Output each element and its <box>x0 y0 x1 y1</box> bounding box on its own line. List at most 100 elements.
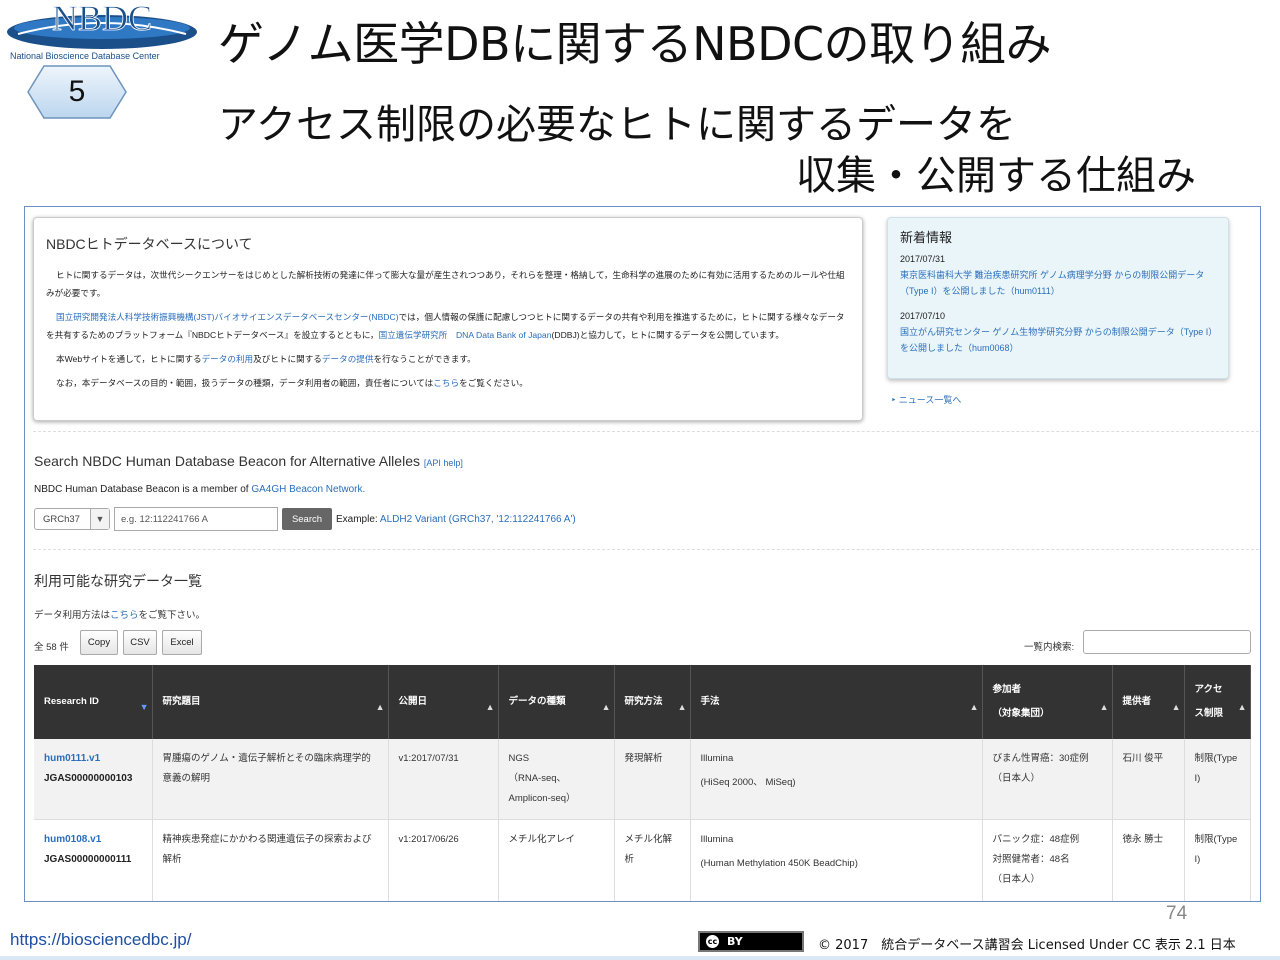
divider <box>33 549 1259 550</box>
cell-research-id: hum0108.v1 JGAS00000000111 <box>34 819 153 901</box>
cell-provider: 石川 俊平 <box>1112 739 1185 820</box>
cell-participants: びまん性胃癌：30症例 （日本人） <box>982 739 1113 820</box>
data-provision-link[interactable]: データの提供 <box>322 354 374 364</box>
participants-line2: （日本人） <box>992 773 1041 784</box>
website-screenshot: NBDCヒトデータベースについて ヒトに関するデータは，次世代シークエンサーをは… <box>24 206 1261 902</box>
column-label: 提供者 <box>1122 696 1152 707</box>
slide-subtitle-line1: アクセス制限の必要なヒトに関するデータを <box>218 102 1016 148</box>
data-usage-link[interactable]: データの利用 <box>202 354 254 364</box>
cc-license-badge: cc BY <box>698 931 804 952</box>
column-label: Research ID <box>44 696 99 707</box>
cell-date: v1:2017/06/26 <box>388 819 499 901</box>
column-header-participants[interactable]: 参加者 （対象集団） ▲ <box>982 665 1113 739</box>
footer-url-link[interactable]: https://biosciencedbc.jp/ <box>10 930 191 950</box>
data-type-line1: NGS <box>508 753 530 764</box>
cc-by-label: BY <box>727 935 743 948</box>
logo-subtitle: National Bioscience Database Center <box>10 51 160 61</box>
sort-icon[interactable]: ▲ <box>970 695 979 719</box>
jst-nbdc-link[interactable]: 国立研究開発法人科学技術振興機構(JST)バイオサイエンスデータベースセンター(… <box>56 312 399 322</box>
example-link[interactable]: ALDH2 Variant (GRCh37, '12:112241766 A') <box>380 514 576 525</box>
beacon-query-input[interactable]: e.g. 12:112241766 A <box>114 507 278 531</box>
cell-technique: Illumina (Human Methylation 450K BeadChip… <box>690 819 983 901</box>
csv-button[interactable]: CSV <box>123 630 157 655</box>
nbdc-logo-mark: NBDC <box>7 0 197 49</box>
p3-text-b: 及びヒトに関する <box>253 354 322 364</box>
column-header-method[interactable]: 研究方法 ▲ <box>614 665 691 739</box>
column-label-line2: （対象集団） <box>992 708 1050 719</box>
p4-text-b: をご覧ください。 <box>459 378 528 388</box>
cell-data-type: NGS （RNA-seq、Amplicon-seq） <box>498 739 615 820</box>
cell-method: メチル化解析 <box>614 819 691 901</box>
about-paragraph-3: 本Webサイトを通して，ヒトに関するデータの利用及びヒトに関するデータの提供を行… <box>46 350 850 368</box>
data-type-line2: （RNA-seq、Amplicon-seq） <box>508 773 576 804</box>
research-id-link[interactable]: hum0108.v1 <box>44 830 142 850</box>
news-panel: 新着情報 2017/07/31 東京医科歯科大学 難治疾患研究所 ゲノム病理学分… <box>887 217 1229 379</box>
cell-method: 発現解析 <box>614 739 691 820</box>
about-title: NBDCヒトデータベースについて <box>46 236 253 252</box>
cell-access: 制限(Type I) <box>1184 739 1251 820</box>
participants-line3: （日本人） <box>992 874 1041 885</box>
column-header-date[interactable]: 公開日 ▲ <box>388 665 499 739</box>
news-date-2: 2017/07/10 <box>900 311 946 321</box>
cell-date: v1:2017/07/31 <box>388 739 499 820</box>
technique-line2: (HiSeq 2000、 MiSeq) <box>700 777 796 788</box>
cell-title: 胃腫瘍のゲノム・遺伝子解析とその臨床病理学的意義の解明 <box>152 739 389 820</box>
details-link[interactable]: こちら <box>433 378 459 388</box>
sort-icon[interactable]: ▲ <box>678 695 687 719</box>
technique-line1: Illumina <box>700 753 734 764</box>
assembly-select[interactable]: GRCh37 ▼ <box>34 508 110 530</box>
ddbj-link[interactable]: 国立遺伝学研究所 DNA Data Bank of Japan <box>379 330 552 340</box>
column-label-line2: ス制限 <box>1194 708 1224 719</box>
slide-subtitle-line2: 収集・公開する仕組み <box>796 153 1196 199</box>
sort-icon[interactable]: ▲ <box>486 695 495 719</box>
research-id-link[interactable]: hum0111.v1 <box>44 749 142 769</box>
cell-data-type: メチル化アレイ <box>498 819 615 901</box>
copy-button[interactable]: Copy <box>80 630 118 655</box>
technique-line1: Illumina <box>700 834 734 845</box>
about-paragraph-4: なお，本データベースの目的・範囲，扱うデータの種類，データ利用者の範囲，責任者に… <box>46 374 850 392</box>
filter-input[interactable] <box>1083 630 1251 654</box>
news-title: 新着情報 <box>900 230 953 245</box>
column-label: 公開日 <box>398 696 428 707</box>
column-header-title[interactable]: 研究題目 ▲︎ <box>152 665 389 739</box>
api-help-link[interactable]: [API help] <box>424 458 463 468</box>
sort-icon[interactable]: ▲ <box>602 695 611 719</box>
filter-label: 一覧内検索: <box>1024 642 1075 653</box>
column-header-access[interactable]: アクセ ス制限 ▲ <box>1184 665 1251 739</box>
news-item-2-link[interactable]: 国立がん研究センター ゲノム生物学研究分野 からの制限公開データ（Type I）… <box>900 324 1216 356</box>
about-paragraph-2: 国立研究開発法人科学技術振興機構(JST)バイオサイエンスデータベースセンター(… <box>46 308 850 344</box>
cell-research-id: hum0111.v1 JGAS00000000103 <box>34 739 153 820</box>
excel-button[interactable]: Excel <box>162 630 202 655</box>
usage-link[interactable]: こちら <box>110 610 139 621</box>
column-label-line1: 参加者 <box>992 684 1022 695</box>
sort-icon[interactable]: ▲ <box>1100 695 1109 719</box>
footer-rule <box>0 956 1280 960</box>
jgas-id: JGAS00000000111 <box>44 854 132 865</box>
sort-desc-icon[interactable]: ▼ <box>140 695 149 719</box>
example-label: Example: <box>336 513 380 525</box>
news-item-1-link[interactable]: 東京医科歯科大学 難治疾患研究所 ゲノム病理学分野 からの制限公開データ（Typ… <box>900 267 1216 299</box>
column-header-data-type[interactable]: データの種類 ▲ <box>498 665 615 739</box>
cc-icon: cc <box>704 933 721 950</box>
news-list-link[interactable]: ‣ ニュース一覧へ <box>891 393 961 406</box>
copyright-notice: © 2017 統合データベース講習会 Licensed Under CC 表示 … <box>818 938 1236 953</box>
cell-access: 制限(Type I) <box>1184 819 1251 901</box>
beacon-search-button[interactable]: Search <box>282 508 332 530</box>
slide-number: 5 <box>68 75 86 108</box>
sort-icon[interactable]: ▲ <box>1172 695 1181 719</box>
column-header-provider[interactable]: 提供者 ▲ <box>1112 665 1185 739</box>
chevron-down-icon[interactable]: ▼ <box>90 509 109 529</box>
beacon-title: Search NBDC Human Database Beacon for Al… <box>34 453 463 469</box>
column-header-technique[interactable]: 手法 ▲ <box>690 665 983 739</box>
participants-line1: パニック症：48症例 <box>992 834 1080 845</box>
sort-icon[interactable]: ▲︎ <box>376 695 385 719</box>
participants-line1: びまん性胃癌：30症例 <box>992 753 1089 764</box>
column-header-research-id[interactable]: Research ID ▼ <box>34 665 153 739</box>
nbdc-logo: NBDC National Bioscience Database Center <box>4 0 200 70</box>
ga4gh-beacon-link[interactable]: GA4GH Beacon Network. <box>251 484 365 495</box>
dataset-list-title: 利用可能な研究データ一覧 <box>34 573 202 589</box>
record-count: 全 58 件 <box>34 642 69 653</box>
cell-technique: Illumina (HiSeq 2000、 MiSeq) <box>690 739 983 820</box>
sort-icon[interactable]: ▲ <box>1238 695 1247 719</box>
column-label: 研究方法 <box>624 696 663 707</box>
